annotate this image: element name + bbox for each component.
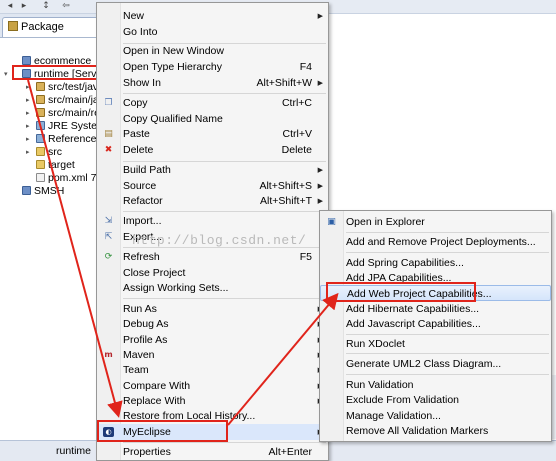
menu-item-open-type-hierarchy[interactable]: Open Type Hierarchy F4 xyxy=(97,59,328,75)
tree-item-src[interactable]: src xyxy=(36,146,62,159)
menu-item-go-into[interactable]: Go Into xyxy=(97,24,328,40)
menu-separator xyxy=(346,252,549,253)
tab-package-explorer[interactable]: Package xyxy=(2,17,102,37)
submenu-item-add-javascript-capabilities[interactable]: Add Javascript Capabilities... xyxy=(320,316,551,332)
menu-item-profile-as[interactable]: Profile As▶ xyxy=(97,332,328,348)
submenu-arrow-icon: ▶ xyxy=(317,182,323,190)
submenu-item-open-in-explorer[interactable]: ▣ Open in Explorer xyxy=(320,214,551,230)
annotation-box-runtime xyxy=(12,65,98,80)
submenu-item-manage-validation[interactable]: Manage Validation... xyxy=(320,408,551,424)
menu-item-close-project[interactable]: Close Project xyxy=(97,265,328,281)
menu-item-delete[interactable]: ✖ Delete Delete xyxy=(97,142,328,158)
package-explorer-tabbar: Package xyxy=(0,14,110,38)
paste-icon: ▤ xyxy=(104,129,113,139)
submenu-arrow-icon: ▶ xyxy=(317,166,323,174)
menu-item-replace-with[interactable]: Replace With▶ xyxy=(97,393,328,409)
submenu-item-exclude-from-validation[interactable]: Exclude From Validation xyxy=(320,392,551,408)
menu-item-assign-working-sets[interactable]: Assign Working Sets... xyxy=(97,280,328,296)
expand-icon[interactable]: ▸ xyxy=(26,96,33,104)
tree-item-target[interactable]: target xyxy=(36,159,75,172)
folder-icon xyxy=(36,147,45,156)
history-icon[interactable]: ⇦ xyxy=(60,1,72,12)
delete-icon: ✖ xyxy=(104,145,113,155)
package-icon xyxy=(8,21,18,31)
submenu-arrow-icon: ▶ xyxy=(317,197,323,205)
project-icon xyxy=(22,186,31,195)
source-folder-icon xyxy=(36,82,45,91)
tree-item-src-test-java[interactable]: src/test/java xyxy=(36,81,104,94)
menu-item-properties[interactable]: Properties Alt+Enter xyxy=(97,444,328,460)
collapse-icon[interactable]: ▾ xyxy=(4,70,11,78)
submenu-arrow-icon: ▶ xyxy=(317,12,323,20)
menu-separator xyxy=(123,442,326,443)
menu-item-source[interactable]: Source Alt+Shift+S ▶ xyxy=(97,178,328,194)
back-icon[interactable]: ◂ xyxy=(4,1,16,12)
submenu-item-generate-uml2-diagram[interactable]: Generate UML2 Class Diagram... xyxy=(320,356,551,372)
status-text: runtime xyxy=(56,445,92,457)
expand-icon[interactable]: ▸ xyxy=(26,109,33,117)
refresh-icon: ⟳ xyxy=(104,252,113,262)
file-icon xyxy=(36,173,45,182)
menu-item-run-as[interactable]: Run As▶ xyxy=(97,301,328,317)
source-folder-icon xyxy=(36,95,45,104)
expand-icon[interactable]: ▸ xyxy=(26,83,33,91)
submenu-arrow-icon: ▶ xyxy=(317,79,323,87)
menu-item-copy-qualified-name[interactable]: Copy Qualified Name xyxy=(97,111,328,127)
folder-icon xyxy=(36,160,45,169)
menu-item-debug-as[interactable]: Debug As▶ xyxy=(97,316,328,332)
submenu-item-run-validation[interactable]: Run Validation xyxy=(320,377,551,393)
menu-item-refresh[interactable]: ⟳ Refresh F5 xyxy=(97,249,328,265)
menu-item-paste[interactable]: ▤ Paste Ctrl+V xyxy=(97,126,328,142)
myeclipse-submenu: ▣ Open in Explorer Add and Remove Project… xyxy=(319,210,552,442)
tree-item-referenced-libraries[interactable]: Referenced xyxy=(36,133,102,146)
library-icon xyxy=(36,121,45,130)
expand-icon[interactable]: ▸ xyxy=(26,148,33,156)
menu-item-import[interactable]: ⇲ Import... xyxy=(97,213,328,229)
menu-item-copy[interactable]: ❐ Copy Ctrl+C xyxy=(97,95,328,111)
annotation-box-add-web-project xyxy=(326,282,476,302)
submenu-item-add-spring-capabilities[interactable]: Add Spring Capabilities... xyxy=(320,255,551,271)
menu-separator xyxy=(346,232,549,233)
menu-separator xyxy=(346,353,549,354)
export-icon: ⇱ xyxy=(104,232,113,242)
menu-item-build-path[interactable]: Build Path ▶ xyxy=(97,162,328,178)
menu-item-show-in[interactable]: Show In Alt+Shift+W ▶ xyxy=(97,75,328,91)
menu-separator xyxy=(346,334,549,335)
import-icon: ⇲ xyxy=(104,216,113,226)
source-folder-icon xyxy=(36,108,45,117)
submenu-item-add-remove-deployments[interactable]: Add and Remove Project Deployments... xyxy=(320,234,551,250)
context-menu: New ▶ Go Into Open in New Window Open Typ… xyxy=(96,2,329,461)
navigate-icon[interactable]: ↕ xyxy=(40,1,52,12)
menu-item-open-in-new-window[interactable]: Open in New Window xyxy=(97,43,328,59)
tree-item-src-main-resources[interactable]: src/main/res xyxy=(36,107,105,120)
annotation-box-myeclipse xyxy=(97,420,228,442)
menu-separator xyxy=(346,374,549,375)
copy-icon: ❐ xyxy=(104,98,113,108)
menu-item-refactor[interactable]: Refactor Alt+Shift+T ▶ xyxy=(97,193,328,209)
tree-item-pom-xml[interactable]: pom.xml 77 xyxy=(36,172,102,185)
menu-item-maven[interactable]: mMaven▶ xyxy=(97,347,328,363)
tree-item-smsh[interactable]: SMSH xyxy=(22,185,64,198)
menu-separator xyxy=(123,298,326,299)
watermark: http://blog.csdn.net/ xyxy=(132,233,307,248)
project-icon xyxy=(22,56,31,65)
submenu-item-add-hibernate-capabilities[interactable]: Add Hibernate Capabilities... xyxy=(320,301,551,317)
submenu-item-remove-validation-markers[interactable]: Remove All Validation Markers xyxy=(320,423,551,439)
explorer-icon: ▣ xyxy=(327,217,336,227)
maven-icon: m xyxy=(104,350,113,359)
library-icon xyxy=(36,134,45,143)
menu-separator xyxy=(123,93,326,94)
expand-icon[interactable]: ▸ xyxy=(26,135,33,143)
menu-separator xyxy=(123,211,326,212)
menu-item-team[interactable]: Team▶ xyxy=(97,362,328,378)
forward-icon[interactable]: ▸ xyxy=(18,1,30,12)
submenu-item-run-xdoclet[interactable]: Run XDoclet xyxy=(320,336,551,352)
menu-item-compare-with[interactable]: Compare With▶ xyxy=(97,378,328,394)
menu-item-new[interactable]: New ▶ xyxy=(97,8,328,24)
tab-label: Package xyxy=(21,21,64,33)
expand-icon[interactable]: ▸ xyxy=(26,122,33,130)
